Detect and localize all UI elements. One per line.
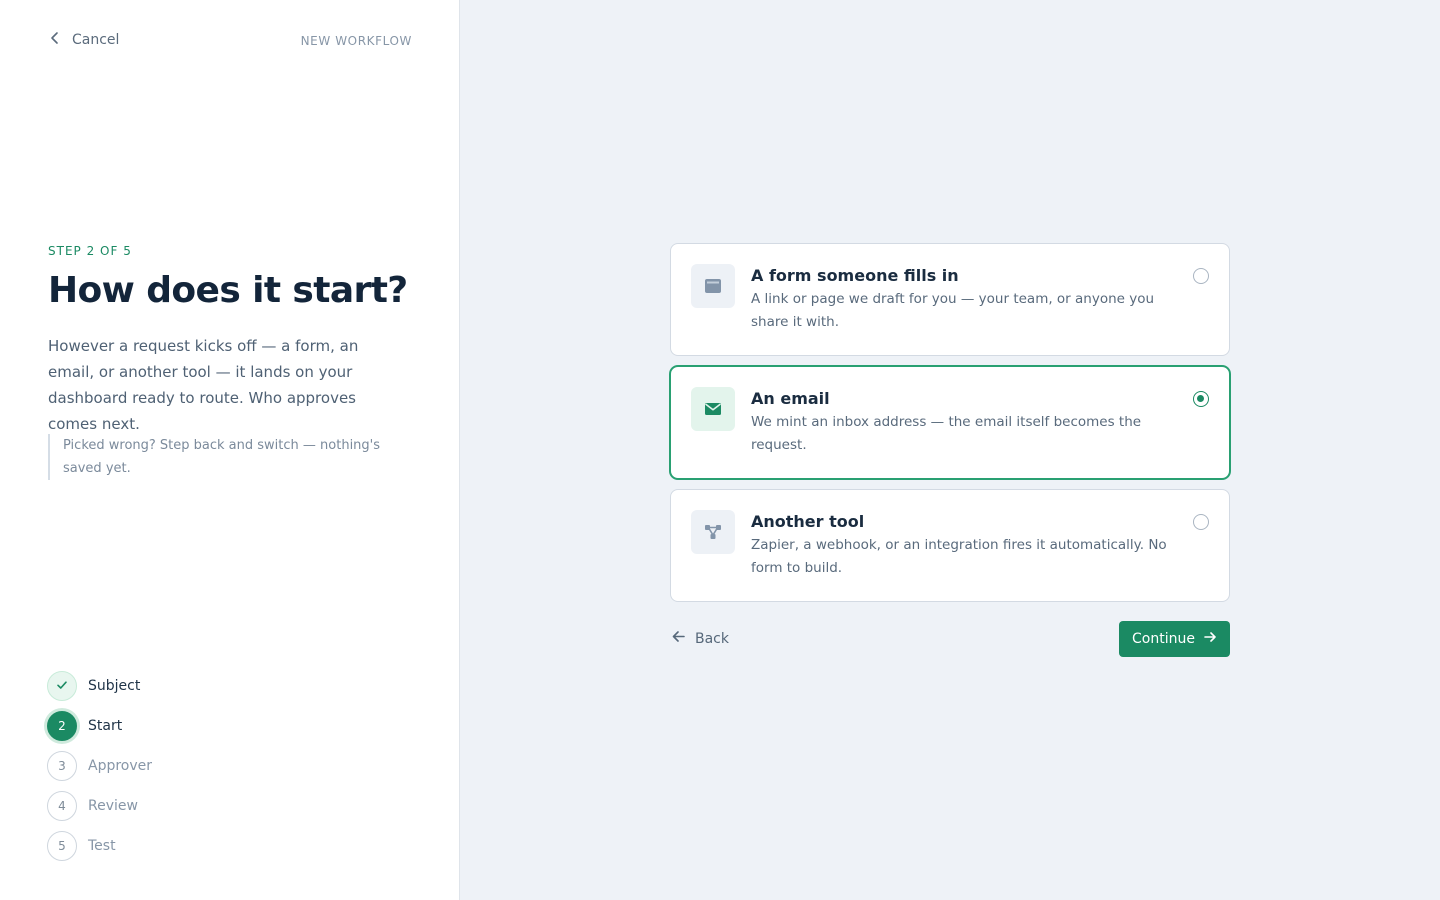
option-description: We mint an inbox address — the email its… bbox=[751, 414, 1142, 453]
option-radio[interactable] bbox=[1193, 268, 1209, 284]
continue-button[interactable]: Continue bbox=[1119, 621, 1230, 657]
trigger-options: A form someone fills in A link or page w… bbox=[670, 243, 1230, 612]
back-label: Back bbox=[695, 630, 729, 647]
step-label: Start bbox=[88, 718, 123, 734]
stepper-item-start[interactable]: 2 Start bbox=[47, 711, 152, 741]
stepper: Subject 2 Start 3 Approver 4 Review 5 Te… bbox=[47, 671, 152, 871]
form-icon bbox=[691, 264, 735, 308]
step-label: Review bbox=[88, 798, 138, 814]
context-label: NEW WORKFLOW bbox=[300, 34, 412, 48]
cancel-button[interactable]: Cancel bbox=[48, 31, 119, 49]
back-button[interactable]: Back bbox=[671, 629, 729, 648]
stepper-item-approver[interactable]: 3 Approver bbox=[47, 751, 152, 781]
option-description: A link or page we draft for you — your t… bbox=[751, 291, 1155, 330]
option-title: A form someone fills in bbox=[751, 266, 959, 285]
step-number: 2 bbox=[47, 711, 77, 741]
step-number: 4 bbox=[47, 791, 77, 821]
page-title: How does it start? bbox=[48, 270, 408, 311]
stepper-item-subject[interactable]: Subject bbox=[47, 671, 152, 701]
step-number: 3 bbox=[47, 751, 77, 781]
arrow-left-icon bbox=[671, 629, 686, 648]
stepper-item-review[interactable]: 4 Review bbox=[47, 791, 152, 821]
cancel-label: Cancel bbox=[72, 32, 120, 48]
step-label: Approver bbox=[88, 758, 153, 774]
step-label: Subject bbox=[88, 678, 141, 694]
step-indicator: STEP 2 OF 5 bbox=[48, 244, 132, 258]
arrow-right-icon bbox=[1203, 630, 1217, 648]
top-bar: Cancel NEW WORKFLOW bbox=[48, 31, 412, 53]
stepper-item-test[interactable]: 5 Test bbox=[47, 831, 152, 861]
step-number: 5 bbox=[47, 831, 77, 861]
option-description: Zapier, a webhook, or an integration fir… bbox=[751, 537, 1167, 576]
option-title: Another tool bbox=[751, 512, 865, 531]
envelope-icon bbox=[691, 387, 735, 431]
option-form[interactable]: A form someone fills in A link or page w… bbox=[670, 243, 1230, 356]
chevron-left-icon bbox=[48, 31, 62, 49]
left-panel: Cancel NEW WORKFLOW STEP 2 OF 5 How does… bbox=[0, 0, 460, 900]
step-label: Test bbox=[88, 838, 116, 854]
continue-label: Continue bbox=[1132, 631, 1195, 647]
option-radio[interactable] bbox=[1193, 391, 1209, 407]
intro-description: However a request kicks off — a form, an… bbox=[48, 337, 359, 433]
check-icon bbox=[56, 679, 68, 694]
option-radio[interactable] bbox=[1193, 514, 1209, 530]
option-tool[interactable]: Another tool Zapier, a webhook, or an in… bbox=[670, 489, 1230, 602]
option-email[interactable]: An email We mint an inbox address — the … bbox=[670, 366, 1230, 479]
option-title: An email bbox=[751, 389, 830, 408]
step-complete-badge bbox=[47, 671, 77, 701]
hint-note: Picked wrong? Step back and switch — not… bbox=[48, 434, 400, 480]
integration-icon bbox=[691, 510, 735, 554]
